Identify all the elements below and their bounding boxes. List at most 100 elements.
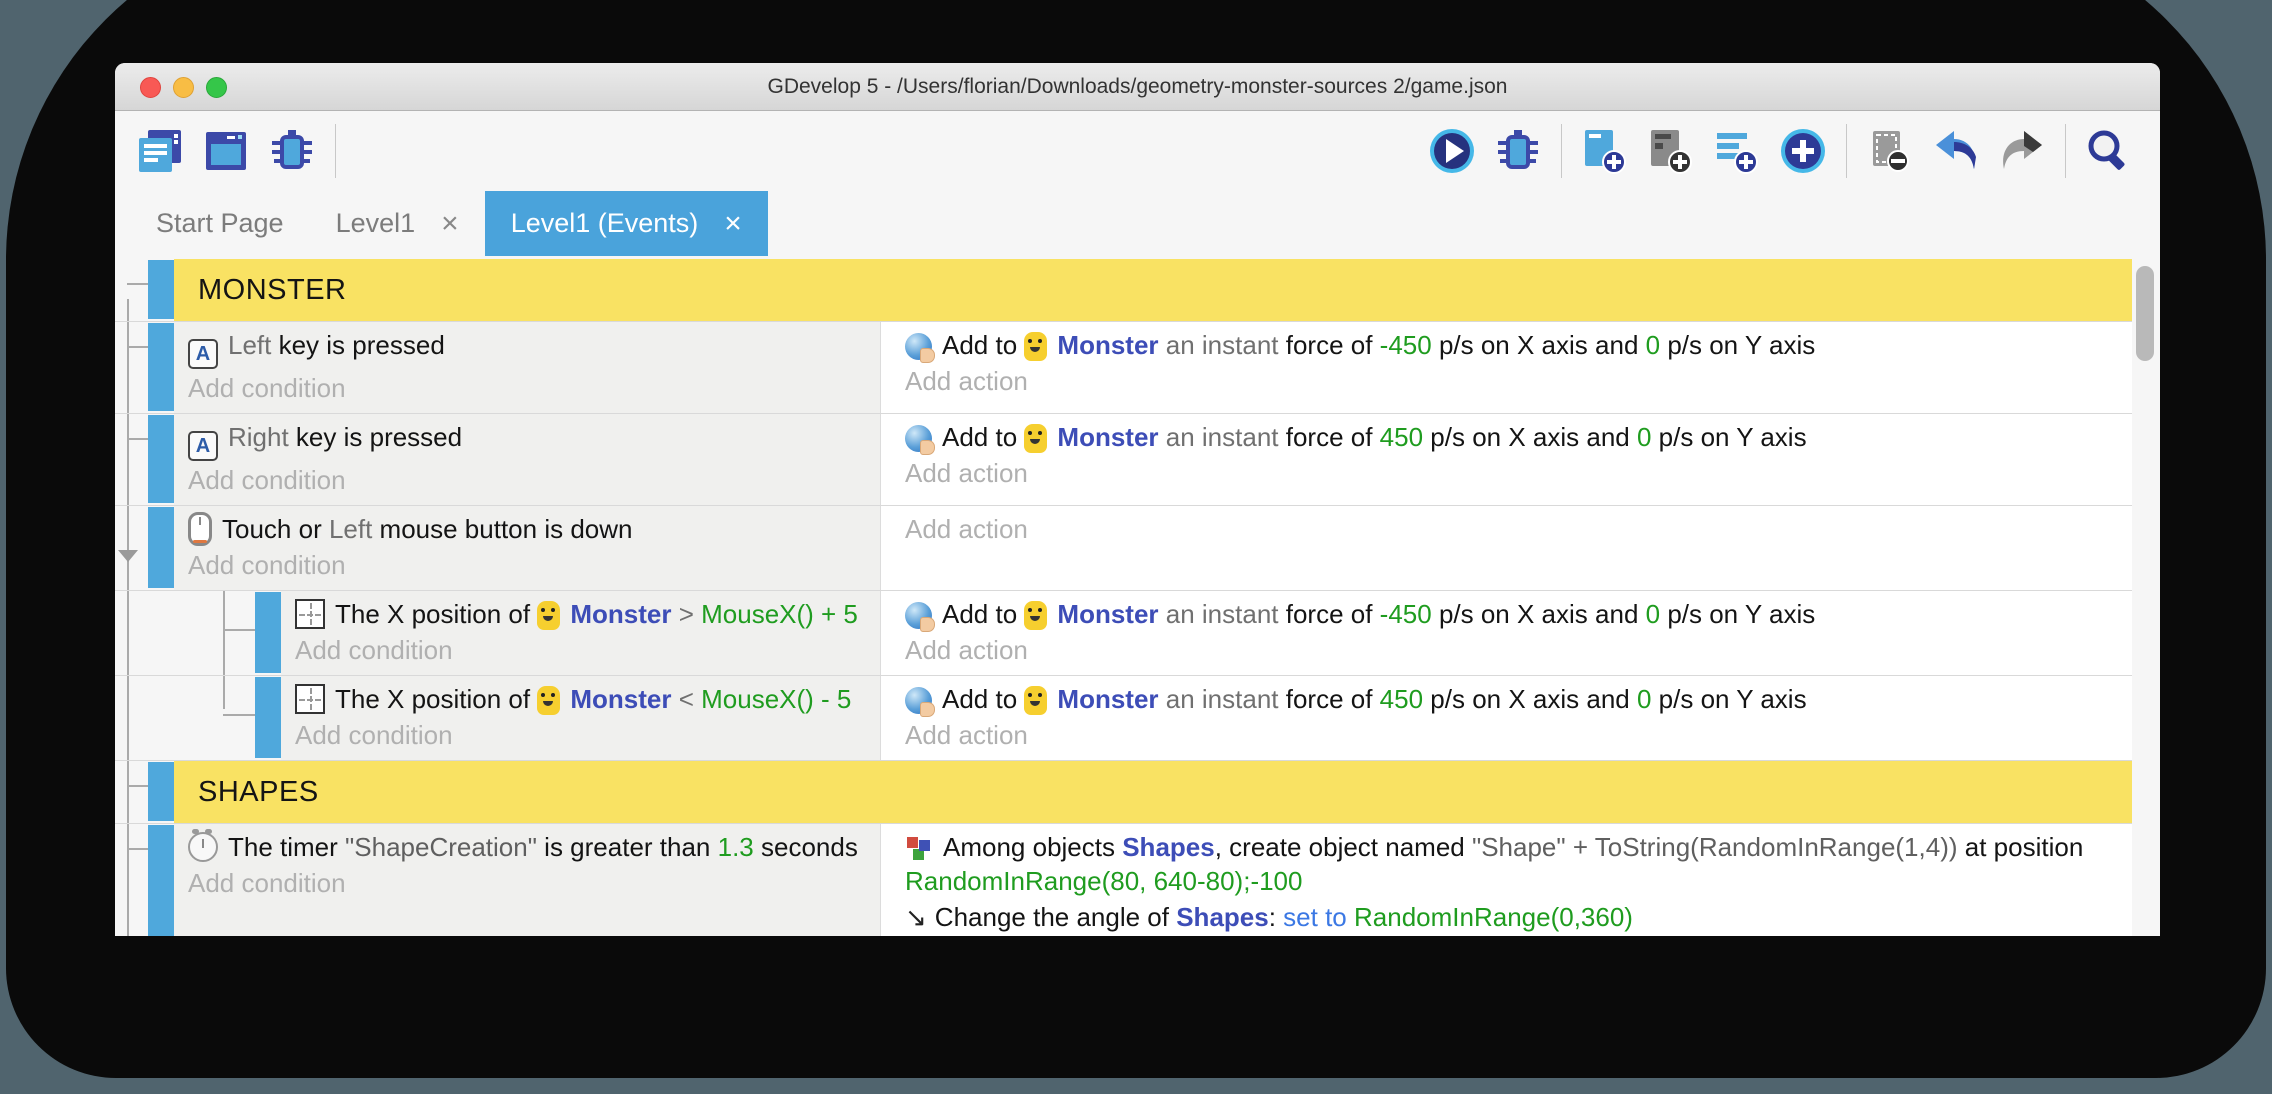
add-event-icon[interactable] <box>1578 124 1632 178</box>
project-manager-icon[interactable] <box>133 124 187 178</box>
add-condition-link[interactable]: Add condition <box>188 463 346 497</box>
sub-tree-gutter <box>148 591 255 675</box>
text-segment: force of <box>1286 684 1380 714</box>
undo-icon[interactable] <box>1929 124 1983 178</box>
redo-icon[interactable] <box>1995 124 2049 178</box>
event-row: The timer "ShapeCreation" is greater tha… <box>115 824 2132 936</box>
event-handle[interactable] <box>148 415 174 503</box>
scene-window-icon[interactable] <box>199 124 253 178</box>
add-comment-icon[interactable] <box>1710 124 1764 178</box>
text-segment: The X position of <box>335 684 537 714</box>
tree-gutter <box>115 676 148 760</box>
action[interactable]: ↘Change the angle of Shapes: set to Rand… <box>905 900 2120 934</box>
tab-close-icon[interactable]: × <box>724 209 742 239</box>
text-segment: 450 <box>1380 684 1423 714</box>
text-segment: p/s on X axis and <box>1432 599 1646 629</box>
text-segment: p/s on Y axis <box>1651 684 1806 714</box>
add-condition-link[interactable]: Add condition <box>188 866 346 900</box>
add-condition-link[interactable]: Add condition <box>295 633 453 667</box>
action[interactable]: Add to Monster an instant force of -450 … <box>905 597 2120 631</box>
angle-icon: ↘ <box>905 900 927 934</box>
conditions-column: The timer "ShapeCreation" is greater tha… <box>174 824 880 936</box>
tree-gutter <box>115 506 148 590</box>
search-icon[interactable] <box>2082 124 2136 178</box>
add-action-link[interactable]: Add action <box>905 718 1028 752</box>
text-segment: force of <box>1286 330 1380 360</box>
action[interactable]: Add to Monster an instant force of 450 p… <box>905 682 2120 716</box>
condition[interactable]: The X position of Monster > MouseX() + 5 <box>295 597 868 631</box>
debug-bug-icon[interactable] <box>1491 124 1545 178</box>
add-action-link[interactable]: Add action <box>905 364 1028 398</box>
text-segment: Add to <box>942 599 1024 629</box>
position-icon <box>295 684 325 714</box>
action[interactable]: Add to Monster an instant force of -450 … <box>905 328 2120 362</box>
tree-tick <box>127 848 148 850</box>
add-condition-link[interactable]: Add condition <box>188 371 346 405</box>
conditions-column: ARight key is pressedAdd condition <box>174 414 880 505</box>
action[interactable]: Among objects Shapes, create object name… <box>905 830 2120 898</box>
text-segment: Monster <box>1057 422 1158 452</box>
text-segment: : <box>1269 902 1283 932</box>
text-segment: p/s on X axis and <box>1423 684 1637 714</box>
text-segment <box>1347 902 1354 932</box>
events-sheet: MONSTERALeft key is pressedAdd condition… <box>115 259 2132 936</box>
tree-gutter <box>115 591 148 675</box>
scrollbar-thumb[interactable] <box>2136 266 2154 361</box>
condition[interactable]: ARight key is pressed <box>188 420 868 461</box>
close-window-button[interactable] <box>140 77 161 98</box>
condition[interactable]: The X position of Monster < MouseX() - 5 <box>295 682 868 716</box>
tab-start-page[interactable]: Start Page <box>130 191 310 256</box>
text-segment: Left <box>329 514 380 544</box>
minimize-window-button[interactable] <box>173 77 194 98</box>
event-handle[interactable] <box>148 762 174 821</box>
add-action-link[interactable]: Add action <box>905 456 1028 490</box>
add-circle-icon[interactable] <box>1776 124 1830 178</box>
conditions-column: ALeft key is pressedAdd condition <box>174 322 880 413</box>
text-segment: p/s on X axis and <box>1432 330 1646 360</box>
zoom-window-button[interactable] <box>206 77 227 98</box>
add-condition-link[interactable]: Add condition <box>295 718 453 752</box>
add-subevent-icon[interactable] <box>1644 124 1698 178</box>
event-handle[interactable] <box>255 592 281 673</box>
position-icon <box>295 599 325 629</box>
condition[interactable]: Touch or Left mouse button is down <box>188 512 868 546</box>
text-segment: at position <box>1958 832 2084 862</box>
traffic-lights <box>140 77 227 98</box>
disclosure-triangle-icon[interactable] <box>118 550 138 562</box>
condition[interactable]: ALeft key is pressed <box>188 328 868 369</box>
delete-event-icon[interactable] <box>1863 124 1917 178</box>
tab-label: Level1 <box>336 208 416 239</box>
event-handle[interactable] <box>148 260 174 319</box>
action[interactable]: Add to Monster an instant force of 450 p… <box>905 420 2120 454</box>
event-handle[interactable] <box>255 677 281 758</box>
debugger-icon[interactable] <box>265 124 319 178</box>
sub-event-row: The X position of Monster > MouseX() + 5… <box>115 591 2132 676</box>
text-segment: RandomInRange(0,360) <box>1354 902 1633 932</box>
event-handle[interactable] <box>148 507 174 588</box>
group-header[interactable]: SHAPES <box>174 761 2132 823</box>
play-icon[interactable] <box>1425 124 1479 178</box>
condition[interactable]: The timer "ShapeCreation" is greater tha… <box>188 830 868 864</box>
add-action-link[interactable]: Add action <box>905 512 1028 546</box>
event-handle[interactable] <box>148 323 174 411</box>
tree-tick <box>127 283 148 285</box>
tab-level1[interactable]: Level1 × <box>310 191 485 256</box>
tree-gutter <box>115 414 148 505</box>
tree-gutter <box>115 259 148 321</box>
tree-tick <box>127 438 148 440</box>
group-header[interactable]: MONSTER <box>174 259 2132 321</box>
text-segment: 0 <box>1646 330 1660 360</box>
text-segment: an instant <box>1159 684 1286 714</box>
text-segment: key is pressed <box>279 330 445 360</box>
tab-level1-events-[interactable]: Level1 (Events)× <box>485 191 768 256</box>
text-segment: an instant <box>1159 330 1286 360</box>
text-segment: Monster <box>570 599 671 629</box>
add-condition-link[interactable]: Add condition <box>188 548 346 582</box>
add-action-link[interactable]: Add action <box>905 633 1028 667</box>
conditions-column: The X position of Monster > MouseX() + 5… <box>281 591 880 675</box>
text-segment: Shapes <box>1122 832 1215 862</box>
text-segment: "ShapeCreation" <box>345 832 537 862</box>
monster-icon <box>1024 686 1047 715</box>
event-handle[interactable] <box>148 825 174 936</box>
tab-close-icon[interactable]: × <box>441 209 459 239</box>
